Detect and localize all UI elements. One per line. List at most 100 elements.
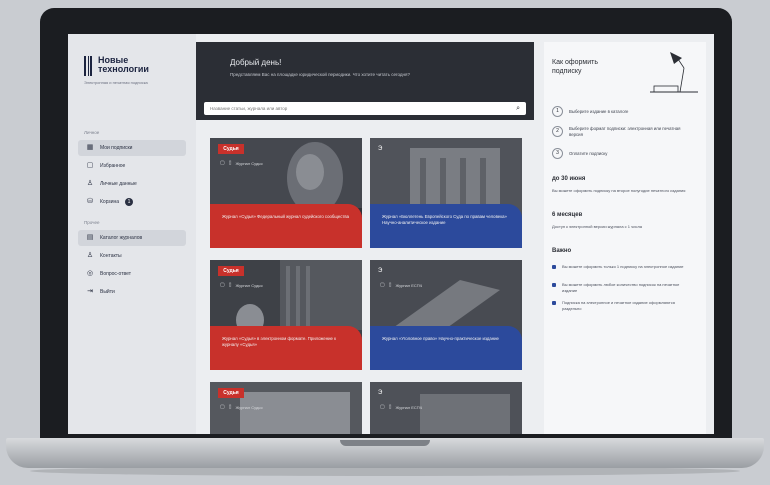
document-icon[interactable]: ▯ [229,282,232,288]
hero-title: Добрый день! [230,58,282,67]
help-icon: ◎ [86,270,94,277]
contacts-icon: ♙ [86,252,94,259]
section-text: Доступ к электронной версии журнала с 1 … [552,224,643,229]
card-description: Журнал «Уголовное право» Научно-практиче… [382,336,499,341]
bookmark-icon[interactable]: ▢ [220,160,225,166]
card-meta-label: Журнал Судья [235,282,263,288]
bullet-text: Подписка на электронное и печатное издан… [562,300,675,311]
card-panel: Журнал «Судья» Федеральный журнал судейс… [210,204,362,248]
sidebar-item-logout[interactable]: ⇥ Выйти [78,284,186,300]
step-item: 2 Выберите формат подписки: электронная … [552,126,689,137]
step-text: Выберите формат подписки: электронная ил… [569,126,681,137]
card-meta: ▢ ▯ Журнал ЕСПЧ [380,404,422,410]
screen: Новые технологии Электронная и печатная … [68,34,714,434]
card-meta: ▢ ▯ Журнал Судья [220,282,263,288]
document-icon[interactable]: ▯ [389,282,392,288]
bookmark-icon[interactable]: ▢ [220,404,225,410]
step-item: 1 Выберите издание в каталоге [552,106,689,117]
card-panel: Журнал «Судья» в электронном формате. Пр… [210,326,362,370]
cart-count-badge: 1 [125,198,134,206]
sidebar-item-label: Выйти [100,289,115,295]
panel-title: Как оформить подписку [552,59,598,75]
sidebar-item-favorites[interactable]: ▢ Избранное [78,158,186,174]
user-icon: ♙ [86,180,94,187]
sidebar-item-label: Личные данные [100,181,137,187]
hero-banner: Добрый день! Представляем Вас на площадк… [196,42,534,120]
card-description: Журнал «Судья» Федеральный журнал судейс… [222,214,349,219]
card-meta-label: Журнал Судья [235,160,263,166]
document-icon[interactable]: ▯ [389,404,392,410]
card-brand: Судья [218,388,244,398]
card-meta-label: Журнал Судья [235,404,263,410]
bullet-icon [552,301,556,305]
card-brand: Э [378,390,383,396]
important-item: Вы можете оформить любое количество подп… [552,282,692,293]
bookmark-icon[interactable]: ▢ [380,404,385,410]
card-description: Журнал «Бюллетень Европейского Суда по п… [382,214,507,225]
step-number: 1 [552,106,563,117]
journal-card[interactable]: Судья ▢ ▯ Журнал Судья [210,382,362,434]
logo-line2: технологии [98,64,149,74]
sidebar-item-label: Мои подписки [100,145,133,151]
sidebar-item-catalog[interactable]: ▤ Каталог журналов [78,230,186,246]
sidebar-item-label: Контакты [100,253,122,259]
step-text: Оплатите подписку [569,150,608,156]
card-panel: Журнал «Уголовное право» Научно-практиче… [370,326,522,370]
card-meta: ▢ ▯ Журнал ЕСПЧ [380,282,422,288]
card-panel: Журнал «Бюллетень Европейского Суда по п… [370,204,522,248]
section-heading: Важно [552,248,572,254]
cart-icon: ⛁ [87,198,93,205]
bullet-text: Вы можете оформить только 1 подписку на … [562,264,684,269]
sidebar-item-label: Вопрос-ответ [100,271,132,277]
laptop-notch [340,440,430,446]
journal-card[interactable]: Э Журнал «Бюллетень Европейского Суда по… [370,138,522,248]
card-brand: Э [378,268,383,274]
logout-icon: ⇥ [87,288,93,295]
step-number: 2 [552,126,563,137]
sidebar-item-faq[interactable]: ◎ Вопрос-ответ [78,266,186,282]
sidebar-item-cart[interactable]: ⛁ Корзина 1 [78,194,186,210]
sidebar-item-label: Корзина [100,199,120,205]
card-meta-label: Журнал ЕСПЧ [395,282,423,288]
journal-card[interactable]: Э ▢ ▯ Журнал ЕСПЧ [370,382,522,434]
card-brand: Э [378,146,383,152]
card-meta-label: Журнал ЕСПЧ [395,404,423,410]
bullet-text: Вы можете оформить любое количество подп… [562,282,680,293]
card-description: Журнал «Судья» в электронном формате. Пр… [222,336,336,347]
card-brand: Судья [218,266,244,276]
sidebar-item-contacts[interactable]: ♙ Контакты [78,248,186,264]
bookmark-icon[interactable]: ▢ [220,282,225,288]
important-item: Вы можете оформить только 1 подписку на … [552,264,692,270]
journal-card[interactable]: Э ▢ ▯ Журнал ЕСПЧ Журнал «Уголовное прав… [370,260,522,370]
important-item: Подписка на электронное и печатное издан… [552,300,692,311]
journal-card[interactable]: Судья ▢ ▯ Журнал Судья Журнал «Судья» в … [210,260,362,370]
step-number: 3 [552,148,563,159]
logo-subtitle: Электронная и печатная подписка [84,80,148,85]
lamp-icon [650,52,698,93]
sidebar-item-subscriptions[interactable]: ▦ Мои подписки [78,140,186,156]
sidebar-item-label: Каталог журналов [100,235,143,241]
logo[interactable]: Новые технологии [84,56,149,76]
section-text: Вы можете оформить подписку на второе по… [552,188,686,193]
calendar-icon: ▦ [86,144,94,151]
book-icon: ▤ [86,234,94,241]
section-heading: до 30 июня [552,176,586,182]
card-meta: ▢ ▯ Журнал Судья [220,404,263,410]
subscription-info-panel: Как оформить подписку 1 Выберите издание… [544,42,706,434]
document-icon[interactable]: ▯ [229,160,232,166]
step-text: Выберите издание в каталоге [569,108,629,114]
sidebar: Новые технологии Электронная и печатная … [68,34,196,434]
search-icon[interactable]: ⌕ [516,105,520,113]
document-icon[interactable]: ▯ [229,404,232,410]
search-input[interactable] [210,106,490,111]
bookmark-icon[interactable]: ▢ [380,282,385,288]
nav-section-other: Прочее [84,220,100,225]
bullet-icon [552,265,556,269]
sidebar-item-personal[interactable]: ♙ Личные данные [78,176,186,192]
journal-card[interactable]: Судья ▢ ▯ Журнал Судья Журнал «Судья» Фе… [210,138,362,248]
sidebar-item-label: Избранное [100,163,126,169]
search-bar: ⌕ [204,102,526,115]
bookmark-icon: ▢ [86,162,94,169]
hero-text: Представляем Вас на площадке юридической… [230,72,410,77]
card-meta: ▢ ▯ Журнал Судья [220,160,263,166]
